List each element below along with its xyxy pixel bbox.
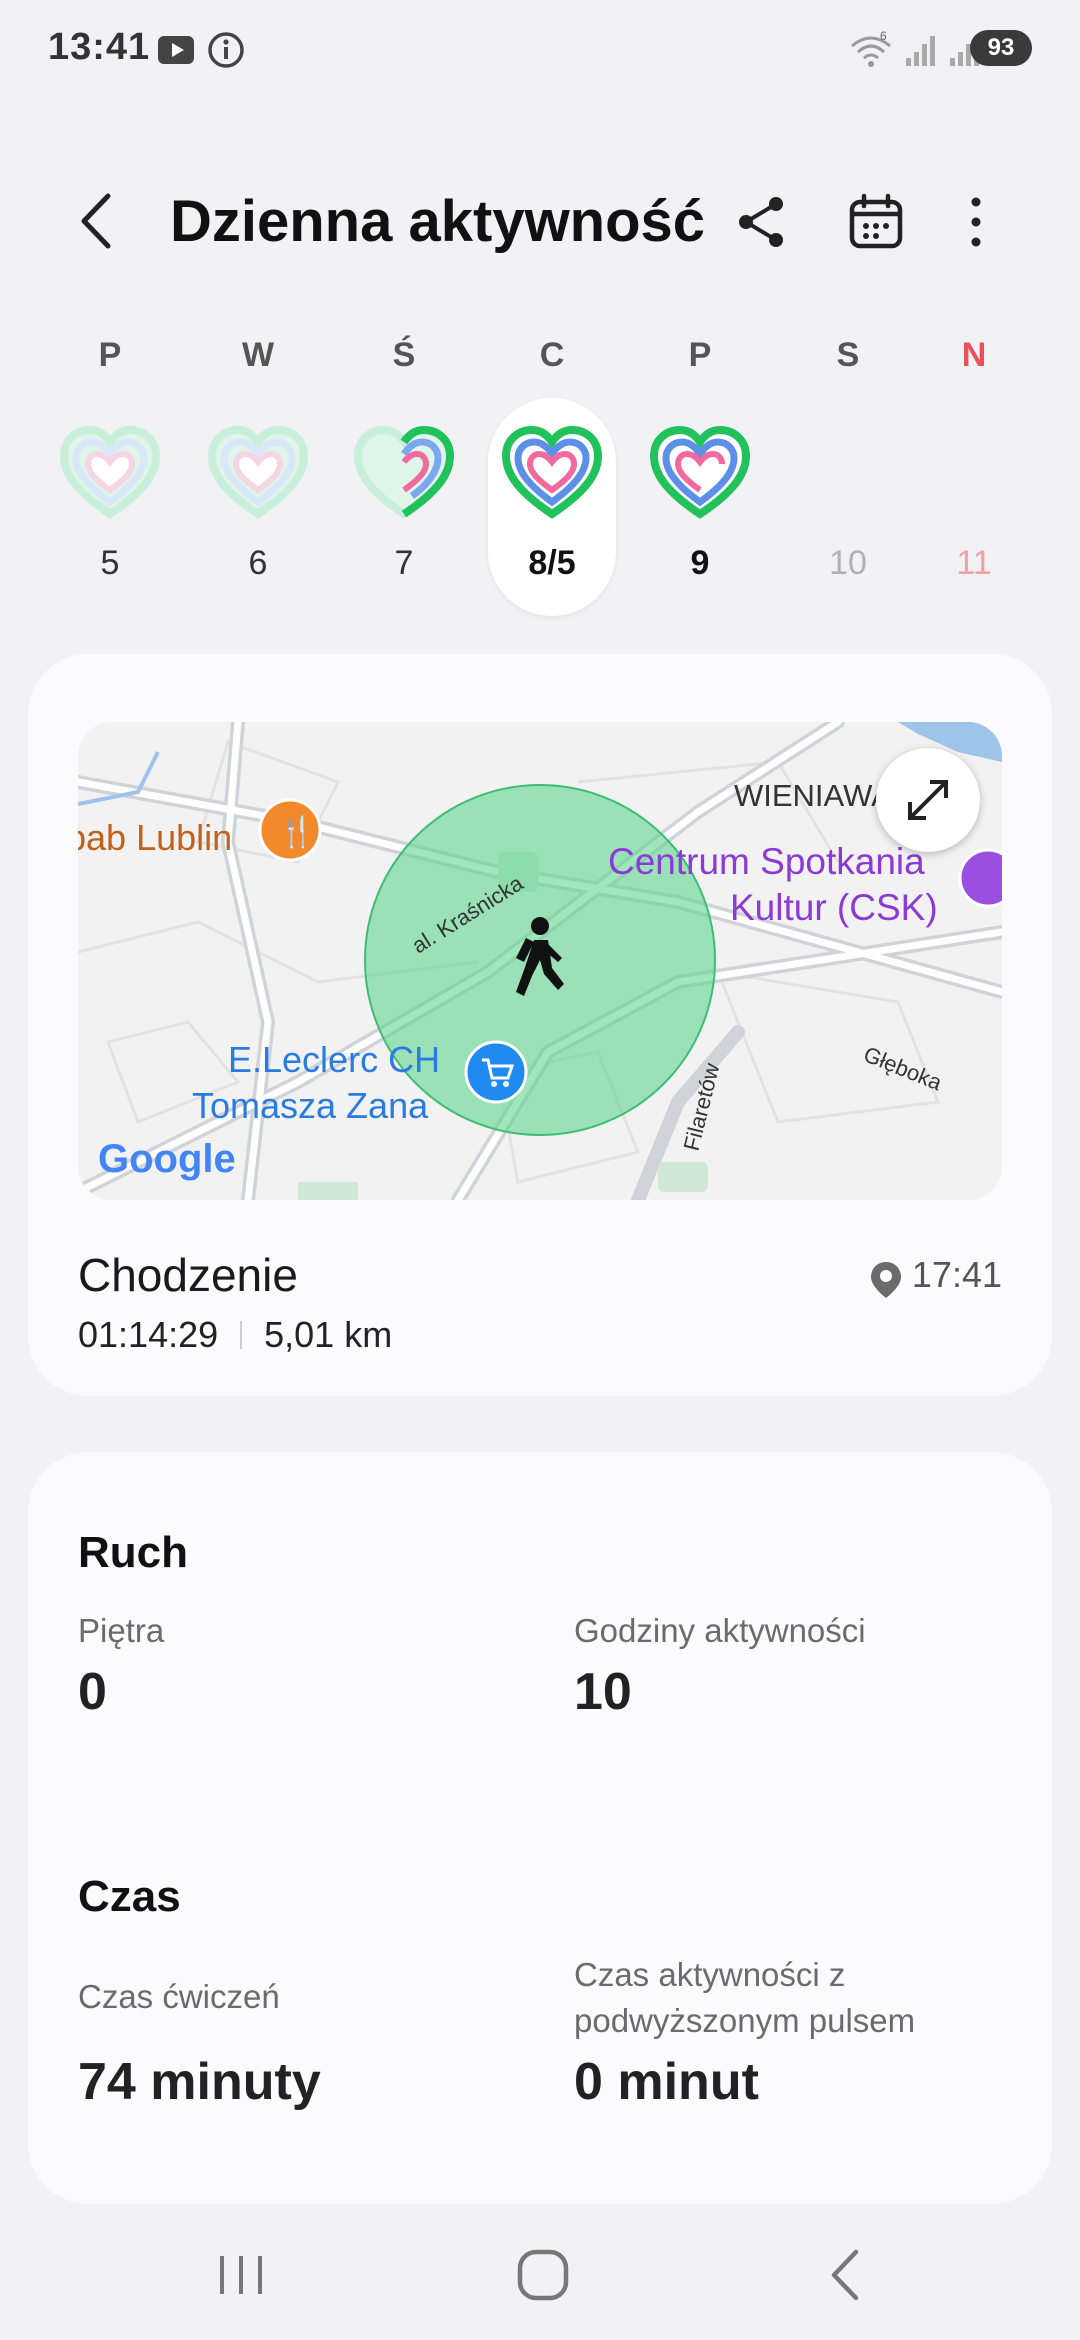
recent-apps-icon[interactable] — [206, 2240, 276, 2310]
heart-ring-icon — [650, 426, 750, 519]
heart-ring-icon — [354, 426, 454, 519]
expand-icon — [908, 780, 948, 820]
day-number: 9 — [690, 544, 710, 582]
page-title: Dzienna aktywność — [170, 189, 706, 254]
status-right-icons: 6 93 — [820, 26, 1080, 76]
map-graphic: WIENIAWA bab Lublin 🍴 Centrum Spotkania … — [78, 722, 1002, 1200]
home-icon[interactable] — [508, 2240, 578, 2310]
section-title-movement: Ruch — [78, 1528, 188, 1577]
back-nav-icon[interactable] — [812, 2240, 882, 2310]
elevated-hr-label-line2: podwyższonym pulsem — [574, 2002, 916, 2039]
day-letter: N — [961, 336, 987, 374]
active-hours-label: Godziny aktywności — [574, 1612, 866, 1649]
day-item[interactable]: S 10 — [788, 330, 908, 620]
day-letter: C — [539, 336, 565, 374]
exercise-time-value: 74 minuty — [78, 2053, 321, 2111]
signal-icon — [906, 36, 935, 66]
day-letter: Ś — [392, 336, 416, 374]
system-nav-bar — [0, 2210, 1080, 2340]
location-pin-icon — [871, 1262, 901, 1298]
app-header: Dzienna aktywność — [0, 170, 1080, 270]
day-letter: P — [688, 336, 712, 374]
day-number: 10 — [829, 544, 867, 582]
day-letter: W — [241, 336, 275, 374]
activity-card[interactable]: WIENIAWA bab Lublin 🍴 Centrum Spotkania … — [28, 654, 1052, 1396]
battery-indicator: 93 — [970, 30, 1032, 66]
elevated-hr-label-line1: Czas aktywności z — [574, 1956, 846, 1993]
map-label-csk-2: Kultur (CSK) — [730, 887, 938, 928]
map-label-shop-2: Tomasza Zana — [192, 1085, 429, 1126]
wifi-icon: 6 — [851, 30, 891, 67]
day-number: 8/5 — [528, 544, 576, 582]
day-item[interactable]: P 5 — [50, 330, 170, 620]
day-item[interactable]: W 6 — [198, 330, 318, 620]
status-left-icons — [156, 30, 246, 70]
floors-value: 0 — [78, 1663, 107, 1721]
more-icon[interactable] — [944, 190, 1008, 254]
activity-name: Chodzenie — [78, 1249, 298, 1301]
day-number: 5 — [100, 544, 120, 582]
map-label-csk-1: Centrum Spotkania — [608, 841, 925, 882]
day-number: 11 — [956, 544, 992, 582]
elevated-hr-value: 0 minut — [574, 2053, 759, 2111]
week-strip: P 5 W 6 Ś 7 C 8/5 P 9 S 10 N 11 — [50, 330, 1030, 620]
day-number: 7 — [394, 544, 414, 582]
activity-distance: 5,01 km — [264, 1314, 393, 1355]
day-letter: P — [98, 336, 122, 374]
active-hours-value: 10 — [574, 1663, 632, 1721]
section-title-time: Czas — [78, 1872, 181, 1921]
info-icon — [208, 32, 244, 68]
day-item-selected[interactable]: C 8/5 — [488, 330, 616, 620]
day-item[interactable]: N 11 — [914, 330, 1034, 620]
summary-card: Ruch Piętra 0 Godziny aktywności 10 Czas… — [28, 1452, 1052, 2204]
day-letter: S — [836, 336, 860, 374]
day-number: 6 — [248, 544, 268, 582]
activity-start-time: 17:41 — [911, 1254, 1002, 1295]
map-label-district: WIENIAWA — [734, 778, 892, 813]
youtube-icon — [158, 36, 194, 64]
route-map[interactable]: WIENIAWA bab Lublin 🍴 Centrum Spotkania … — [78, 722, 1002, 1200]
activity-stats: 01:14:29 5,01 km — [78, 1314, 392, 1356]
day-item[interactable]: Ś 7 — [344, 330, 464, 620]
map-label-shop-1: E.Leclerc CH — [228, 1039, 440, 1080]
share-icon[interactable] — [730, 190, 794, 254]
day-item[interactable]: P 9 — [640, 330, 760, 620]
back-icon[interactable] — [70, 186, 130, 256]
heart-ring-icon — [502, 426, 602, 519]
heart-ring-icon — [60, 426, 160, 519]
svg-text:6: 6 — [880, 30, 887, 43]
page: 13:41 6 93 Dzienna aktywność P 5 W 6 Ś 7… — [0, 0, 1080, 2340]
status-time: 13:41 — [48, 26, 151, 68]
svg-text:🍴: 🍴 — [278, 814, 315, 850]
exercise-time-label: Czas ćwiczeń — [78, 1978, 280, 2015]
expand-map-button[interactable] — [876, 748, 980, 852]
status-bar: 13:41 6 93 — [0, 0, 1080, 100]
activity-duration: 01:14:29 — [78, 1314, 219, 1355]
google-logo: Google — [98, 1137, 236, 1181]
floors-label: Piętra — [78, 1612, 165, 1649]
map-label-restaurant: bab Lublin — [78, 817, 232, 858]
heart-ring-icon — [208, 426, 308, 519]
calendar-icon[interactable] — [844, 190, 908, 254]
stat-divider — [240, 1321, 243, 1349]
